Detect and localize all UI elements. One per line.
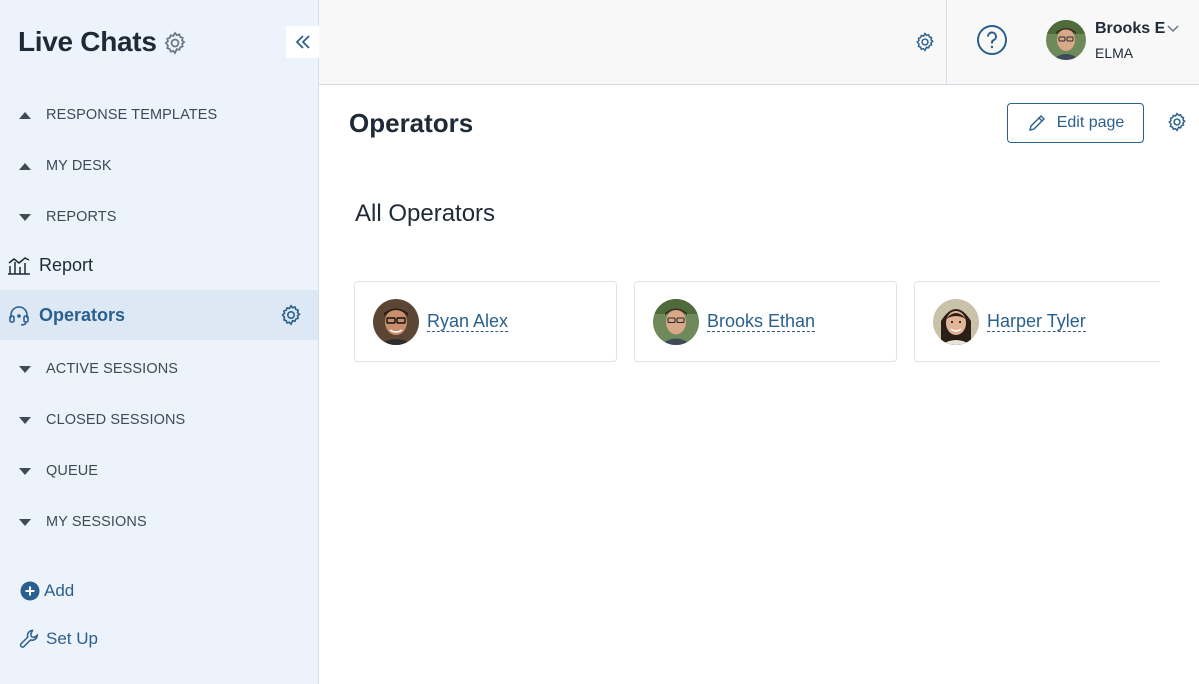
sidebar-item-label: Report <box>39 254 94 275</box>
page-title: Operators <box>349 108 474 138</box>
operator-card[interactable]: Harper Tyler <box>914 281 1160 362</box>
edit-page-label: Edit page <box>1056 114 1125 131</box>
avatar[interactable] <box>1046 20 1086 60</box>
nav-group-reports[interactable]: REPORTS <box>0 197 318 237</box>
topbar: Brooks E ELMA <box>319 0 1199 85</box>
caret-down-icon <box>19 468 31 475</box>
wrench-icon <box>19 629 38 648</box>
sidebar-item-report[interactable]: Report <box>0 240 318 290</box>
user-name[interactable]: Brooks E <box>1095 20 1165 38</box>
headset-icon <box>9 306 29 326</box>
nav-group-label: QUEUE <box>46 463 99 479</box>
caret-down-icon <box>19 366 31 373</box>
help-icon[interactable] <box>976 24 1008 56</box>
gear-icon[interactable] <box>279 303 303 327</box>
nav-group-my-sessions[interactable]: MY SESSIONS <box>0 502 318 542</box>
nav-group-label: CLOSED SESSIONS <box>46 412 186 428</box>
sidebar: Live Chats RESPONSE TEMPLATES MY DESK RE… <box>0 0 319 684</box>
setup-label: Set Up <box>46 629 98 648</box>
nav-group-label: MY SESSIONS <box>46 514 147 530</box>
avatar <box>933 299 979 345</box>
nav-group-queue[interactable]: QUEUE <box>0 451 318 491</box>
avatar <box>373 299 419 345</box>
operators-list: Ryan Alex Brooks Ethan Harper Tyler <box>354 281 1160 362</box>
caret-down-icon <box>19 417 31 424</box>
app-title: Live Chats <box>18 26 157 57</box>
sidebar-item-label: Operators <box>39 304 126 325</box>
nav-group-response-templates[interactable]: RESPONSE TEMPLATES <box>0 95 318 135</box>
operator-card[interactable]: Ryan Alex <box>354 281 617 362</box>
operator-card[interactable]: Brooks Ethan <box>634 281 897 362</box>
chevron-down-icon[interactable] <box>1166 24 1180 34</box>
chart-icon <box>8 257 30 275</box>
gear-icon[interactable] <box>1166 111 1188 133</box>
setup-button[interactable]: Set Up <box>18 624 98 654</box>
avatar <box>653 299 699 345</box>
nav-group-my-desk[interactable]: MY DESK <box>0 146 318 186</box>
nav-group-active-sessions[interactable]: ACTIVE SESSIONS <box>0 349 318 389</box>
nav-group-closed-sessions[interactable]: CLOSED SESSIONS <box>0 400 318 440</box>
operator-name-link[interactable]: Brooks Ethan <box>707 311 816 332</box>
gear-icon[interactable] <box>162 30 188 56</box>
operator-avatar-image <box>373 299 419 345</box>
section-title: All Operators <box>355 200 496 227</box>
caret-down-icon <box>19 519 31 526</box>
nav-group-label: RESPONSE TEMPLATES <box>46 107 218 123</box>
operator-name-link[interactable]: Ryan Alex <box>427 311 509 332</box>
operator-name-link[interactable]: Harper Tyler <box>987 311 1086 332</box>
collapse-sidebar-button[interactable] <box>286 26 319 58</box>
gear-icon[interactable] <box>914 31 936 53</box>
plus-circle-icon <box>20 581 40 601</box>
nav-group-label: REPORTS <box>46 209 117 225</box>
sidebar-item-operators[interactable]: Operators <box>0 290 318 340</box>
nav-group-label: MY DESK <box>46 158 112 174</box>
operator-avatar-image <box>653 299 699 345</box>
add-button[interactable]: Add <box>20 576 74 606</box>
caret-up-icon <box>19 163 31 170</box>
caret-up-icon <box>19 112 31 119</box>
caret-down-icon <box>19 214 31 221</box>
user-avatar-image <box>1046 20 1086 60</box>
nav-group-label: ACTIVE SESSIONS <box>46 361 179 377</box>
operator-avatar-image <box>933 299 979 345</box>
pencil-icon <box>1028 115 1045 131</box>
user-organization: ELMA <box>1095 45 1134 61</box>
add-label: Add <box>44 581 75 600</box>
double-chevron-left-icon <box>295 35 310 49</box>
divider <box>946 0 947 84</box>
edit-page-button[interactable]: Edit page <box>1007 103 1144 143</box>
